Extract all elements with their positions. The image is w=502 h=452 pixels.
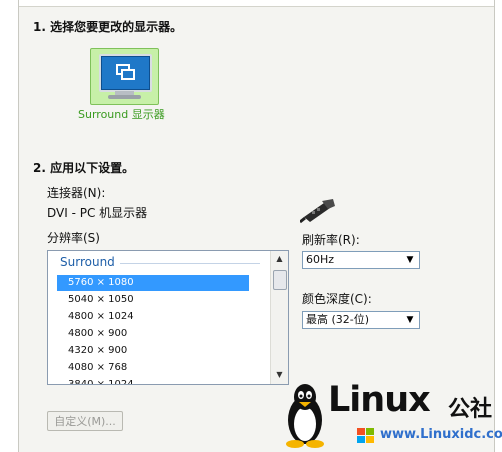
- group-divider: [120, 263, 260, 264]
- scroll-down-icon[interactable]: ▼: [273, 370, 286, 380]
- color-depth-label: 颜色深度(C):: [302, 292, 372, 306]
- resolution-item[interactable]: 5760 × 1080: [57, 275, 249, 291]
- windows-flag-icon: [357, 428, 374, 443]
- linuxidc-watermark: Linux 公社 www.Linuxidc.com: [284, 380, 502, 452]
- connector-label: 连接器(N):: [47, 186, 106, 200]
- color-depth-value: 最高 (32-位): [306, 313, 370, 326]
- left-panel-edge: [0, 0, 19, 452]
- color-depth-select[interactable]: 最高 (32-位) ▼: [302, 311, 420, 329]
- refresh-rate-value: 60Hz: [306, 253, 335, 266]
- resolution-scrollbar[interactable]: ▲ ▼: [270, 251, 288, 384]
- resolution-group-header: Surround: [60, 255, 115, 269]
- window-top-edge: [0, 0, 502, 7]
- dvi-connector-icon: [300, 199, 335, 224]
- logo-text: Linux: [328, 380, 431, 420]
- chevron-down-icon[interactable]: ▼: [403, 313, 417, 327]
- chevron-down-icon[interactable]: ▼: [403, 253, 417, 267]
- resolution-item[interactable]: 4320 × 900: [57, 343, 249, 359]
- surround-glyph-icon: [116, 64, 135, 80]
- monitor-icon: [99, 54, 152, 92]
- scroll-up-icon[interactable]: ▲: [273, 254, 286, 264]
- refresh-rate-select[interactable]: 60Hz ▼: [302, 251, 420, 269]
- logo-chinese: 公社: [448, 397, 493, 422]
- connector-value: DVI - PC 机显示器: [47, 206, 148, 220]
- resolution-listbox[interactable]: Surround 5760 × 1080 5040 × 1050 4800 × …: [47, 250, 289, 385]
- logo-url: www.Linuxidc.com: [380, 427, 502, 442]
- display-caption: Surround 显示器: [78, 108, 165, 121]
- refresh-rate-label: 刷新率(R):: [302, 233, 360, 247]
- resolution-item[interactable]: 4080 × 768: [57, 360, 249, 376]
- scrollbar-thumb[interactable]: [273, 270, 287, 290]
- resolution-item[interactable]: 4800 × 900: [57, 326, 249, 342]
- display-tile-surround[interactable]: [90, 48, 159, 105]
- tux-penguin-icon: [286, 384, 324, 448]
- resolution-item[interactable]: 3840 × 1024: [57, 377, 249, 384]
- custom-resolution-button[interactable]: 自定义(M)...: [47, 411, 123, 431]
- resolution-label: 分辨率(S): [47, 231, 100, 245]
- section1-heading: 1. 选择您要更改的显示器。: [33, 20, 183, 34]
- resolution-item[interactable]: 4800 × 1024: [57, 309, 249, 325]
- resolution-item[interactable]: 5040 × 1050: [57, 292, 249, 308]
- section2-heading: 2. 应用以下设置。: [33, 161, 135, 175]
- monitor-base: [108, 95, 141, 99]
